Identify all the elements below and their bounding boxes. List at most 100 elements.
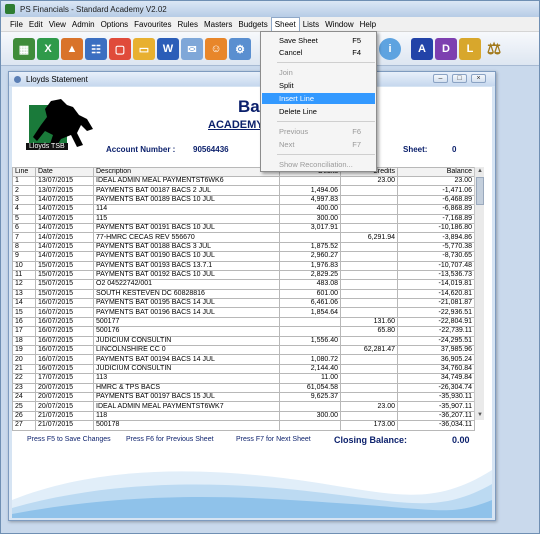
menu-rules[interactable]: Rules	[175, 18, 201, 31]
cell-balance[interactable]: -13,536.73	[397, 269, 475, 281]
table-row[interactable]: 12 15/07/2015 O2 04522742/001 483.08 -14,019…	[12, 279, 475, 290]
cell-line[interactable]: 16	[12, 316, 36, 328]
cell-line[interactable]: 6	[12, 222, 36, 234]
cell-line[interactable]: 18	[12, 335, 36, 347]
ledger-icon[interactable]: ▦	[13, 38, 35, 60]
cell-line[interactable]: 27	[12, 420, 36, 431]
cell-balance[interactable]: -6,468.89	[397, 194, 475, 206]
cell-description[interactable]: HMRC & TPS BACS	[93, 382, 280, 394]
col-header-description[interactable]: Description	[93, 167, 280, 177]
cell-balance[interactable]: -1,471.06	[397, 185, 475, 196]
email-icon[interactable]: ✉	[181, 38, 203, 60]
cell-debits[interactable]: 3,017.91	[279, 222, 341, 234]
menu-item-insert-line[interactable]: Insert Line	[262, 93, 375, 104]
cell-credits[interactable]	[340, 260, 398, 271]
cell-debits[interactable]	[279, 326, 341, 337]
cell-description[interactable]: JUDICIUM CONSULTIN	[93, 363, 280, 375]
scroll-thumb[interactable]	[476, 177, 484, 205]
cell-line[interactable]: 12	[12, 279, 36, 290]
cell-debits[interactable]	[279, 345, 341, 356]
cell-date[interactable]: 20/07/2015	[35, 391, 94, 403]
cell-date[interactable]: 14/07/2015	[35, 194, 94, 206]
cell-line[interactable]: 4	[12, 204, 36, 215]
maximize-button[interactable]: □	[452, 74, 467, 83]
cell-line[interactable]: 10	[12, 260, 36, 271]
col-header-balance[interactable]: Balance	[397, 167, 475, 177]
cell-balance[interactable]: -10,186.80	[397, 222, 475, 234]
menu-lists[interactable]: Lists	[300, 18, 322, 31]
table-row[interactable]: 10 15/07/2015 PAYMENTS BAT 00193 BACS 13.7…	[12, 260, 475, 271]
cell-line[interactable]: 22	[12, 373, 36, 384]
menu-item-delete-line[interactable]: Delete Line	[262, 106, 375, 117]
cell-line[interactable]: 5	[12, 213, 36, 224]
user-icon[interactable]: ☺	[205, 38, 227, 60]
cell-balance[interactable]: 37,985.96	[397, 345, 475, 356]
cell-date[interactable]: 13/07/2015	[35, 185, 94, 196]
cell-line[interactable]: 14	[12, 298, 36, 309]
cell-date[interactable]: 14/07/2015	[35, 251, 94, 262]
cell-description[interactable]: JUDICIUM CONSULTIN	[93, 335, 280, 347]
cell-description[interactable]: PAYMENTS BAT 00195 BACS 14 JUL	[93, 298, 280, 309]
cell-line[interactable]: 1	[12, 175, 36, 187]
cell-description[interactable]: 118	[93, 410, 280, 422]
cell-balance[interactable]: -10,707.48	[397, 260, 475, 271]
table-row[interactable]: 17 16/07/2015 500176 65.80 -22,739.11	[12, 326, 475, 337]
cell-credits[interactable]	[340, 194, 398, 206]
table-row[interactable]: 26 21/07/2015 118 300.00 -36,207.11	[12, 410, 475, 422]
cell-balance[interactable]: -22,936.51	[397, 307, 475, 318]
cell-debits[interactable]: 2,829.25	[279, 269, 341, 281]
menu-item-save-sheet[interactable]: Save Sheet F5	[262, 35, 375, 46]
cell-date[interactable]: 15/07/2015	[35, 279, 94, 290]
cell-debits[interactable]: 300.00	[279, 213, 341, 224]
table-row[interactable]: 2 13/07/2015 PAYMENTS BAT 00187 BACS 2 JUL…	[12, 185, 475, 196]
menu-item-cancel[interactable]: Cancel F4	[262, 47, 375, 58]
cell-date[interactable]: 17/07/2015	[35, 373, 94, 384]
table-row[interactable]: 22 17/07/2015 113 11.00 34,749.84	[12, 373, 475, 384]
menu-window[interactable]: Window	[322, 18, 356, 31]
table-row[interactable]: 27 21/07/2015 500178 173.00 -36,034.11	[12, 420, 475, 431]
cell-date[interactable]: 21/07/2015	[35, 420, 94, 431]
cell-line[interactable]: 20	[12, 354, 36, 365]
cell-date[interactable]: 15/07/2015	[35, 260, 94, 271]
cell-credits[interactable]	[340, 298, 398, 309]
cell-credits[interactable]: 131.60	[340, 316, 398, 328]
cell-debits[interactable]: 11.00	[279, 373, 341, 384]
cell-debits[interactable]: 483.08	[279, 279, 341, 290]
cell-balance[interactable]: -26,304.74	[397, 382, 475, 394]
cell-credits[interactable]	[340, 222, 398, 234]
menu-masters[interactable]: Masters	[201, 18, 235, 31]
cell-debits[interactable]	[279, 316, 341, 328]
menu-item-join[interactable]: Join	[262, 67, 375, 78]
table-row[interactable]: 16 16/07/2015 500177 131.60 -22,804.91	[12, 316, 475, 328]
cell-credits[interactable]	[340, 391, 398, 403]
cell-date[interactable]: 14/07/2015	[35, 241, 94, 253]
cell-line[interactable]: 26	[12, 410, 36, 422]
cell-date[interactable]: 16/07/2015	[35, 298, 94, 309]
info-icon[interactable]: i	[379, 38, 401, 60]
cell-description[interactable]: PAYMENTS BAT 00197 BACS 15 JUL	[93, 391, 280, 403]
cell-debits[interactable]: 1,556.40	[279, 335, 341, 347]
cell-description[interactable]: 500177	[93, 316, 280, 328]
col-header-date[interactable]: Date	[35, 167, 94, 177]
cell-line[interactable]: 17	[12, 326, 36, 337]
cell-description[interactable]: 77-HMRC CECAS REV 556670	[93, 232, 280, 243]
menu-favourites[interactable]: Favourites	[131, 18, 174, 31]
cell-debits[interactable]: 9,625.37	[279, 391, 341, 403]
cell-date[interactable]: 16/07/2015	[35, 363, 94, 375]
cell-description[interactable]: IDEAL ADMIN MEAL PAYMENTST6WK7	[93, 401, 280, 412]
cell-description[interactable]: IDEAL ADMIN MEAL PAYMENTST6WK6	[93, 175, 280, 187]
cell-credits[interactable]: 65.80	[340, 326, 398, 337]
cell-credits[interactable]	[340, 251, 398, 262]
cell-line[interactable]: 15	[12, 307, 36, 318]
cell-description[interactable]: LINCOLNSHIRE CC 0	[93, 345, 280, 356]
scroll-down-icon[interactable]: ▼	[475, 411, 485, 420]
table-row[interactable]: 23 20/07/2015 HMRC & TPS BACS 61,054.58 -26,…	[12, 382, 475, 394]
transactions-table[interactable]: Line Date Description Debits Credits Bal…	[12, 167, 475, 431]
cell-credits[interactable]	[340, 382, 398, 394]
cell-balance[interactable]: -24,295.51	[397, 335, 475, 347]
menu-file[interactable]: File	[7, 18, 26, 31]
cell-debits[interactable]: 300.00	[279, 410, 341, 422]
cell-balance[interactable]: 36,905.24	[397, 354, 475, 365]
cell-credits[interactable]	[340, 204, 398, 215]
toolbar-a-button[interactable]: A	[411, 38, 433, 60]
